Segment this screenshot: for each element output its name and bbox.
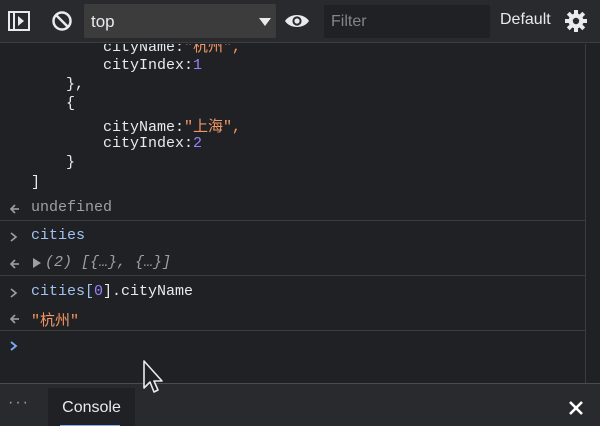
drawer-tabbar: ··· Console xyxy=(0,383,600,426)
entry-divider xyxy=(0,275,585,276)
result-arrow-icon xyxy=(9,259,19,269)
result-arrow-icon xyxy=(9,314,19,324)
clear-console-icon[interactable] xyxy=(51,10,73,32)
context-value: top xyxy=(91,12,115,31)
close-drawer-icon[interactable] xyxy=(568,400,584,416)
context-selector[interactable]: top xyxy=(84,4,276,38)
input-expression: cities xyxy=(31,227,86,244)
array-item-line: cityIndex:2 xyxy=(103,135,203,152)
sidebar-toggle-icon[interactable] xyxy=(8,11,30,31)
input-chevron-icon xyxy=(10,232,18,242)
array-item-line: cityName:"上海", xyxy=(103,119,242,136)
result-value: undefined xyxy=(31,199,113,216)
array-item-line: }, xyxy=(66,76,85,93)
devtools-window: top Default xyxy=(0,0,600,426)
filter-input[interactable] xyxy=(324,5,490,38)
input-chevron-icon xyxy=(10,288,18,298)
result-value: "杭州" xyxy=(31,313,80,330)
console-toolbar: top Default xyxy=(0,0,600,43)
console-scrollbar[interactable] xyxy=(585,44,600,383)
entry-divider xyxy=(0,220,585,221)
array-preview[interactable]: (2) [{…}, {…}] xyxy=(45,254,171,271)
array-item-line: cityName:"杭州", xyxy=(103,44,242,56)
eye-icon[interactable] xyxy=(284,11,310,31)
more-tabs-icon[interactable]: ··· xyxy=(8,394,30,412)
prompt-chevron-icon xyxy=(10,341,18,351)
console-prompt-input[interactable] xyxy=(28,334,583,356)
expand-triangle-icon[interactable] xyxy=(32,257,42,269)
log-levels-dropdown[interactable]: Default xyxy=(500,11,551,29)
mouse-cursor-icon xyxy=(143,360,163,393)
array-item-line: { xyxy=(66,95,76,112)
dropdown-arrow-icon xyxy=(259,18,271,26)
gear-icon[interactable] xyxy=(565,10,587,32)
array-item-line: cityIndex:1 xyxy=(103,57,203,74)
console-output: cityName:"杭州", cityIndex:1 }, { cityName… xyxy=(0,44,600,383)
tab-console[interactable]: Console xyxy=(48,388,135,426)
result-arrow-icon xyxy=(9,204,19,214)
input-expression: cities[0].cityName xyxy=(31,283,194,300)
array-item-line: } xyxy=(66,154,76,171)
entry-divider xyxy=(0,330,585,331)
tab-console-label: Console xyxy=(62,399,121,416)
array-item-line: ] xyxy=(31,174,41,191)
